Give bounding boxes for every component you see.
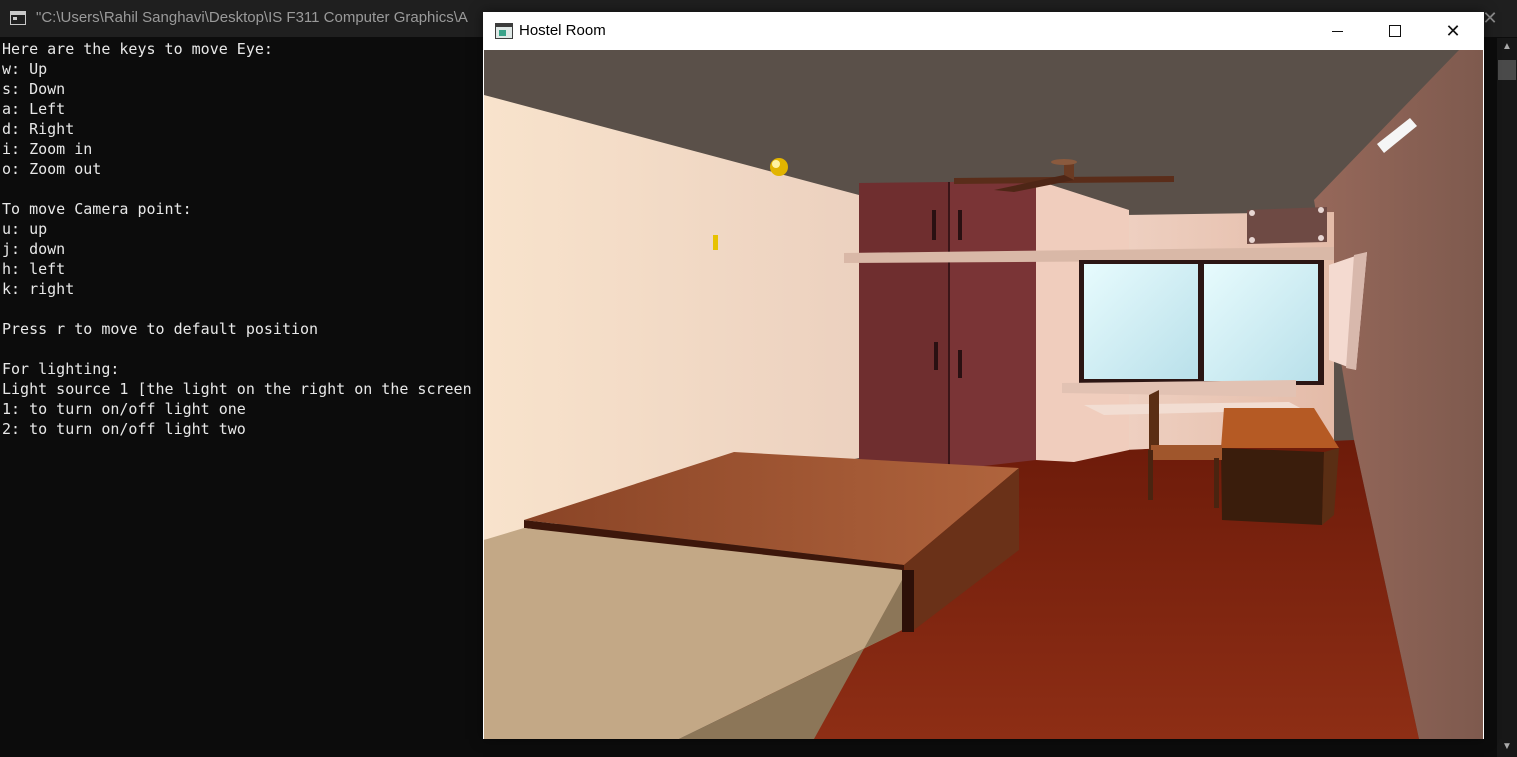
console-line: 2: to turn on/off light two xyxy=(2,420,246,438)
console-line: k: right xyxy=(2,280,75,298)
opengl-viewport[interactable] xyxy=(484,50,1483,739)
box-screw xyxy=(1318,235,1324,241)
console-window-title: "C:\Users\Rahil Sanghavi\Desktop\IS F311… xyxy=(36,9,468,26)
console-line: i: Zoom in xyxy=(2,140,93,158)
scroll-up-arrow-icon[interactable]: ▲ xyxy=(1497,38,1517,56)
minimize-button[interactable] xyxy=(1308,12,1366,50)
console-output: Here are the keys to move Eye: w: Up s: … xyxy=(2,39,480,739)
scroll-down-arrow-icon[interactable]: ▼ xyxy=(1497,738,1517,756)
console-line: To move Camera point: xyxy=(2,200,192,218)
console-line: Light source 1 [the light on the right o… xyxy=(2,380,472,398)
scroll-thumb[interactable] xyxy=(1498,60,1516,80)
light-source-two-highlight xyxy=(772,160,780,168)
minimize-icon xyxy=(1331,30,1343,32)
ceiling-fan-cap xyxy=(1051,159,1077,165)
console-line: w: Up xyxy=(2,60,48,78)
close-button[interactable]: ✕ xyxy=(1424,12,1482,50)
console-line: o: Zoom out xyxy=(2,160,102,178)
console-line: h: left xyxy=(2,260,66,278)
close-icon: ✕ xyxy=(1445,20,1461,41)
light-switch xyxy=(713,235,718,250)
box-screw xyxy=(1249,210,1255,216)
bed-leg xyxy=(902,570,914,632)
console-line: Press r to move to default position xyxy=(2,320,319,338)
hostel-room-titlebar[interactable]: Hostel Room ✕ xyxy=(483,12,1484,50)
desk-front xyxy=(1221,448,1324,525)
box-screw xyxy=(1249,237,1255,243)
maximize-icon xyxy=(1389,25,1401,37)
console-line: d: Right xyxy=(2,120,75,138)
chair-seat xyxy=(1151,445,1222,460)
hostel-room-window: Hostel Room ✕ xyxy=(483,12,1484,739)
box-screw xyxy=(1318,207,1324,213)
console-scrollbar[interactable]: ▲ ▼ xyxy=(1497,38,1517,757)
console-line: u: up xyxy=(2,220,48,238)
console-line: Here are the keys to move Eye: xyxy=(2,40,273,58)
console-app-icon xyxy=(10,11,26,25)
console-line: 1: to turn on/off light one xyxy=(2,400,246,418)
window-glass-right xyxy=(1204,264,1318,381)
console-line: For lighting: xyxy=(2,360,120,378)
console-line: s: Down xyxy=(2,80,66,98)
console-line: a: Left xyxy=(2,100,66,118)
wardrobe-handle xyxy=(934,342,938,370)
wardrobe-handle xyxy=(958,210,962,240)
wardrobe-handle xyxy=(932,210,936,240)
console-line: j: down xyxy=(2,240,66,258)
window-title: Hostel Room xyxy=(519,22,606,39)
window-app-icon xyxy=(495,23,513,39)
chair-leg xyxy=(1214,458,1219,508)
wardrobe-right-door xyxy=(949,180,1036,470)
chair-leg xyxy=(1148,450,1153,500)
window-glass-left xyxy=(1084,264,1198,379)
maximize-button[interactable] xyxy=(1366,12,1424,50)
wardrobe-handle xyxy=(958,350,962,378)
wall-mounted-box xyxy=(1247,207,1327,244)
room-scene xyxy=(484,50,1483,739)
light-source-two xyxy=(770,158,788,176)
